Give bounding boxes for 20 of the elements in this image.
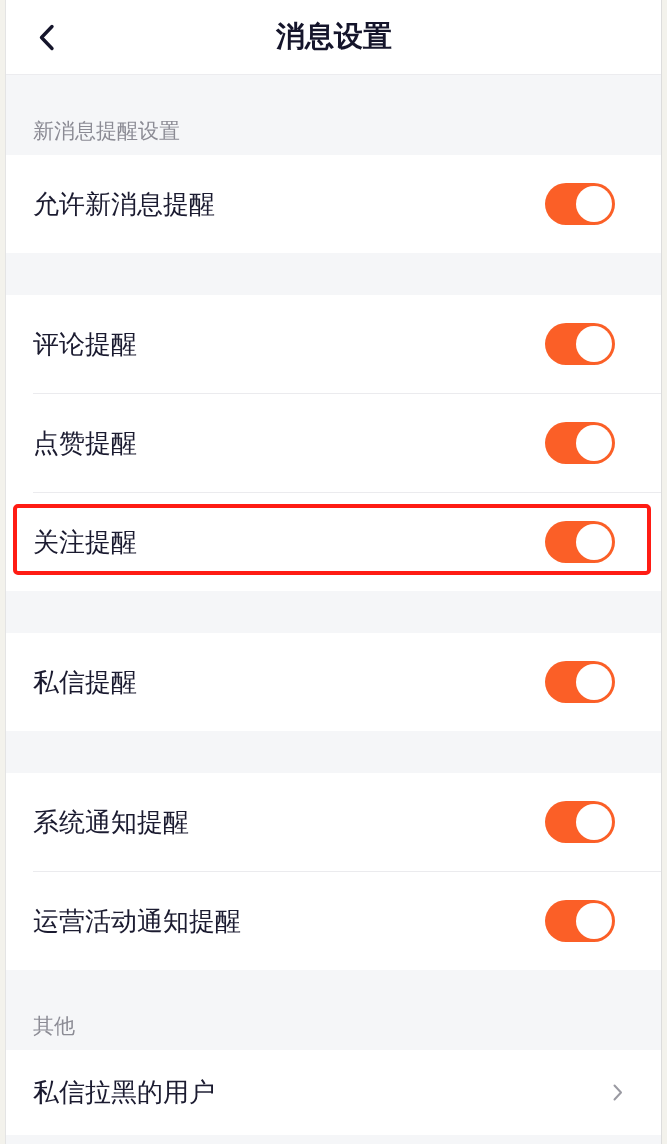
chevron-right-icon[interactable]	[613, 1084, 623, 1101]
setting-label: 评论提醒	[33, 327, 137, 361]
setting-label: 系统通知提醒	[33, 805, 189, 839]
page-title: 消息设置	[275, 18, 392, 55]
toggle-switch[interactable]	[545, 661, 615, 703]
setting-label: 私信提醒	[33, 665, 137, 699]
toggle-switch[interactable]	[545, 521, 615, 563]
toggle-switch[interactable]	[545, 323, 615, 365]
setting-label: 私信拉黑的用户	[33, 1076, 215, 1109]
toggle-switch[interactable]	[545, 900, 615, 942]
setting-label: 允许新消息提醒	[33, 187, 215, 221]
back-icon[interactable]	[38, 23, 55, 51]
section-heading: 其他	[33, 1013, 75, 1040]
setting-label: 运营活动通知提醒	[33, 904, 241, 938]
toggle-switch[interactable]	[545, 422, 615, 464]
setting-label: 关注提醒	[33, 525, 137, 559]
toggle-switch[interactable]	[545, 801, 615, 843]
toggle-switch[interactable]	[545, 183, 615, 225]
setting-label: 点赞提醒	[33, 426, 137, 460]
section-heading: 新消息提醒设置	[33, 118, 180, 145]
